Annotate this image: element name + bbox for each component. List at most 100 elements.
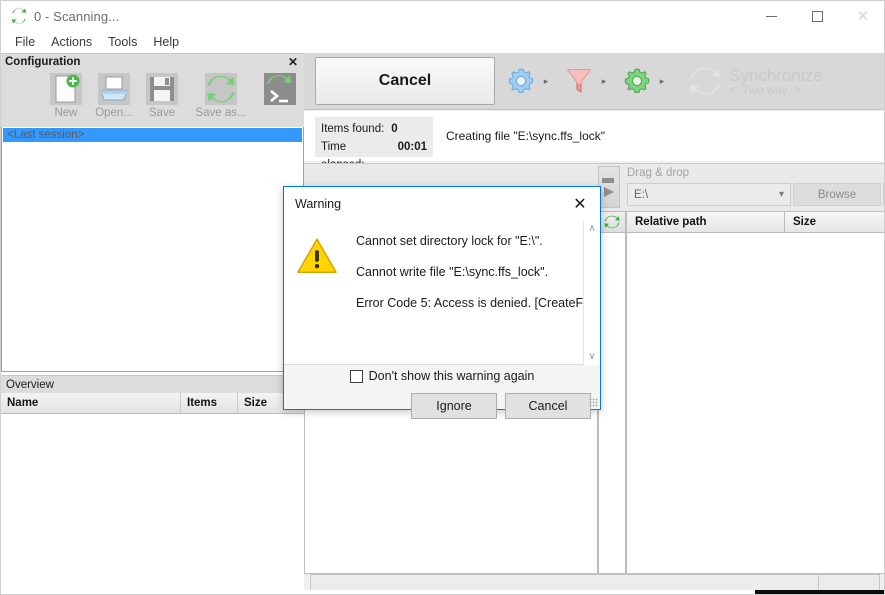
right-folder-row: E:\ ▾ Browse [627,183,884,206]
dont-show-again-checkbox[interactable] [349,369,363,383]
swap-arrow-icon [602,178,614,197]
dialog-close-icon[interactable]: ✕ [560,187,600,220]
configuration-toolbar: New Open... Save Save as... [1,70,304,127]
desktop-sliver [1,590,884,594]
save-as-config-button[interactable]: Save as... [186,70,256,125]
close-icon[interactable]: ✕ [288,55,298,69]
filter-settings-group: ▸ [561,57,611,105]
taskbar-black-strip [755,590,884,594]
main-toolbar: Cancel ▸ ▸ ▸ Synchronize <- Two way -> [304,53,884,110]
center-grid-rows[interactable] [598,233,626,574]
swap-sides-button[interactable] [598,166,620,208]
compare-dropdown-arrow-icon[interactable]: ▸ [539,59,553,103]
configuration-caption-label: Configuration [5,56,81,68]
save-config-button[interactable]: Save [138,70,186,125]
open-config-button[interactable]: Open... [90,70,138,125]
overview-column-headers: Name Items Size [1,393,304,414]
progress-message: Creating file "E:\sync.ffs_lock" [446,129,606,143]
synchronize-button[interactable]: Synchronize <- Two way -> [679,57,884,105]
synchronize-sublabel: <- Two way -> [729,84,802,97]
drag-drop-hint: Drag & drop [627,167,690,179]
save-as-config-label: Save as... [195,107,247,119]
right-grid-rows[interactable] [626,233,884,574]
configuration-caption: Configuration ✕ [1,53,304,70]
open-config-label: Open... [95,107,133,119]
items-found-row: Items found: 0 [321,120,427,138]
overview-caption: Overview [1,375,304,393]
open-folder-icon [98,73,130,105]
sync-dropdown-arrow-icon[interactable]: ▸ [655,59,669,103]
menu-bar: File Actions Tools Help [1,31,884,53]
overview-column-items[interactable]: Items [181,393,238,413]
dialog-buttons: Ignore Cancel [284,393,602,419]
red-funnel-icon [567,69,591,93]
save-as-sync-icon [205,73,237,105]
menu-item-file[interactable]: File [7,33,43,51]
dialog-footer: Don't show this warning again Ignore Can… [284,365,600,419]
dialog-scrollbar[interactable]: ∧ ∨ [583,220,600,365]
browse-button[interactable]: Browse [793,183,881,206]
column-relative-path[interactable]: Relative path [626,211,785,233]
dialog-message-3: Error Code 5: Access is denied. [CreateF… [356,296,600,310]
dialog-title-bar: Warning ✕ [284,187,600,220]
new-document-icon [50,73,82,105]
dont-show-again-row[interactable]: Don't show this warning again [284,365,600,383]
dont-show-again-label: Don't show this warning again [368,369,535,383]
maximize-button[interactable] [794,1,840,31]
column-size[interactable]: Size [785,211,884,233]
progress-counters: Items found: 0 Time elapsed: 00:01 [315,117,433,171]
overview-column-size-label: Size [244,397,268,409]
configuration-list[interactable]: <Last session> [1,127,304,372]
scroll-down-icon[interactable]: ∨ [588,351,595,362]
list-item[interactable]: <Last session> [3,128,302,142]
compare-settings-button[interactable] [503,59,539,103]
dialog-message-2: Cannot write file "E:\sync.ffs_lock". [356,265,549,279]
items-found-label: Items found: [321,123,385,135]
menu-item-actions[interactable]: Actions [43,33,100,51]
right-folder-path-value: E:\ [634,188,649,201]
app-sync-arrows-icon [11,8,27,24]
green-gear-icon [624,68,650,94]
blue-gear-icon [508,68,534,94]
ignore-button[interactable]: Ignore [411,393,497,419]
minimize-button[interactable] [748,1,794,31]
dialog-messages: Cannot set directory lock for "E:\". Can… [356,234,599,364]
cancel-button[interactable]: Cancel [315,57,495,105]
chevron-down-icon[interactable]: ▾ [779,189,784,200]
window-title: 0 - Scanning... [34,8,120,24]
floppy-save-icon [146,73,178,105]
progress-status-strip: Items found: 0 Time elapsed: 00:01 Creat… [304,111,884,171]
filter-settings-button[interactable] [561,59,597,103]
dialog-body: Cannot set directory lock for "E:\". Can… [284,220,600,365]
warning-dialog: Warning ✕ Cannot set directory lock for … [283,186,601,419]
configuration-panel: Configuration ✕ New Open... Save Save as… [1,53,304,594]
batch-console-icon [264,73,296,105]
filter-dropdown-arrow-icon[interactable]: ▸ [597,59,611,103]
synchronize-label: Synchronize [729,65,823,85]
window-controls: ✕ [748,1,884,31]
right-folder-path-input[interactable]: E:\ ▾ [627,183,791,206]
overview-grid-body[interactable] [1,414,304,594]
dialog-cancel-button[interactable]: Cancel [505,393,591,419]
title-bar: 0 - Scanning... ✕ [1,1,884,31]
freefilesync-window: 0 - Scanning... ✕ File Actions Tools Hel… [0,0,885,595]
dialog-message-1: Cannot set directory lock for "E:\". [356,234,543,248]
menu-item-tools[interactable]: Tools [100,33,145,51]
center-grid-header[interactable] [598,211,626,233]
items-found-value: 0 [391,123,398,135]
overview-column-name[interactable]: Name [1,393,181,413]
sync-settings-button[interactable] [619,59,655,103]
save-as-batch-button[interactable] [256,70,304,125]
synchronize-labels: Synchronize <- Two way -> [729,66,823,97]
right-grid-header: Relative path Size [626,211,884,233]
sync-arrows-icon [604,215,620,229]
sync-arrows-icon [689,67,721,95]
new-config-button[interactable]: New [42,70,90,125]
close-button[interactable]: ✕ [840,1,884,31]
warning-triangle-icon [297,238,337,273]
sync-settings-group: ▸ [619,57,669,105]
menu-item-help[interactable]: Help [145,33,187,51]
new-config-label: New [54,107,78,119]
dialog-resize-grip[interactable] [589,398,598,407]
scroll-up-icon[interactable]: ∧ [588,223,595,234]
